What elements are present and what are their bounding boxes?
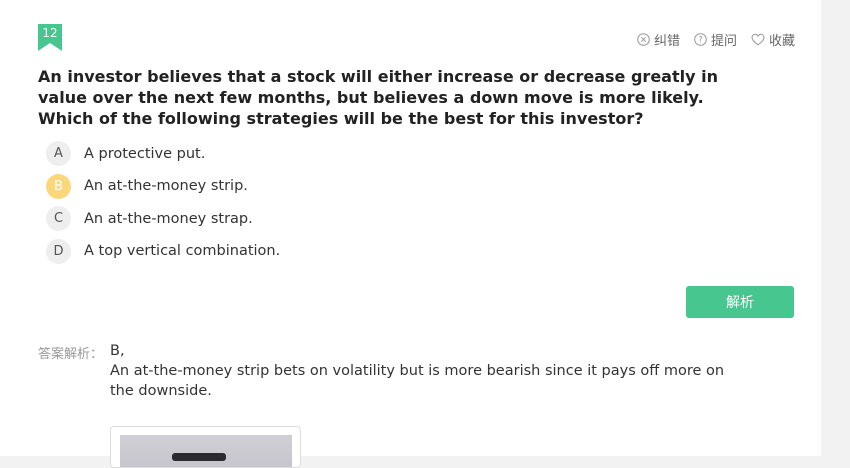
option-letter-selected: B (46, 173, 71, 199)
answer-options: A A protective put. B An at-the-money st… (46, 141, 280, 271)
question-text: An investor believes that a stock will e… (38, 67, 718, 128)
option-text: A protective put. (84, 145, 206, 162)
option-c[interactable]: C An at-the-money strap. (46, 206, 280, 231)
favorite-label: 收藏 (768, 34, 795, 49)
svg-text:?: ? (698, 36, 703, 46)
option-text: An at-the-money strap. (84, 210, 253, 227)
option-text: A top vertical combination. (84, 243, 281, 259)
option-letter: C (46, 206, 71, 231)
report-error-label: 纠错 (653, 34, 680, 49)
question-toolbar: 纠错 ? 提问 收藏 (637, 30, 795, 49)
ask-question-label: 提问 (710, 34, 737, 49)
attachment-thumbnail[interactable] (110, 426, 301, 468)
ask-question-button[interactable]: ? 提问 (694, 30, 737, 49)
close-circle-icon (637, 33, 650, 46)
question-circle-icon: ? (694, 33, 707, 46)
thumbnail-bar (172, 453, 226, 461)
answer-analysis-label: 答案解析： (38, 347, 104, 362)
question-number-badge: 12 (38, 24, 62, 51)
option-b[interactable]: B An at-the-money strip. (46, 173, 280, 199)
heart-icon (751, 33, 765, 46)
report-error-button[interactable]: 纠错 (637, 30, 680, 49)
option-letter: A (46, 141, 71, 166)
option-letter: D (46, 238, 71, 264)
option-a[interactable]: A A protective put. (46, 141, 280, 166)
thumbnail-image (120, 435, 292, 467)
question-card: 12 纠错 ? 提问 收藏 An investor believes that … (0, 0, 821, 468)
question-number: 12 (42, 26, 58, 40)
answer-key: B, (110, 343, 125, 359)
favorite-button[interactable]: 收藏 (751, 30, 795, 49)
option-text: An at-the-money strip. (84, 178, 248, 194)
answer-explanation: An at-the-money strip bets on volatility… (110, 363, 725, 399)
option-d[interactable]: D A top vertical combination. (46, 238, 281, 264)
answer-analysis-text: B, An at-the-money strip bets on volatil… (110, 341, 750, 401)
analysis-button[interactable]: 解析 (686, 286, 794, 318)
